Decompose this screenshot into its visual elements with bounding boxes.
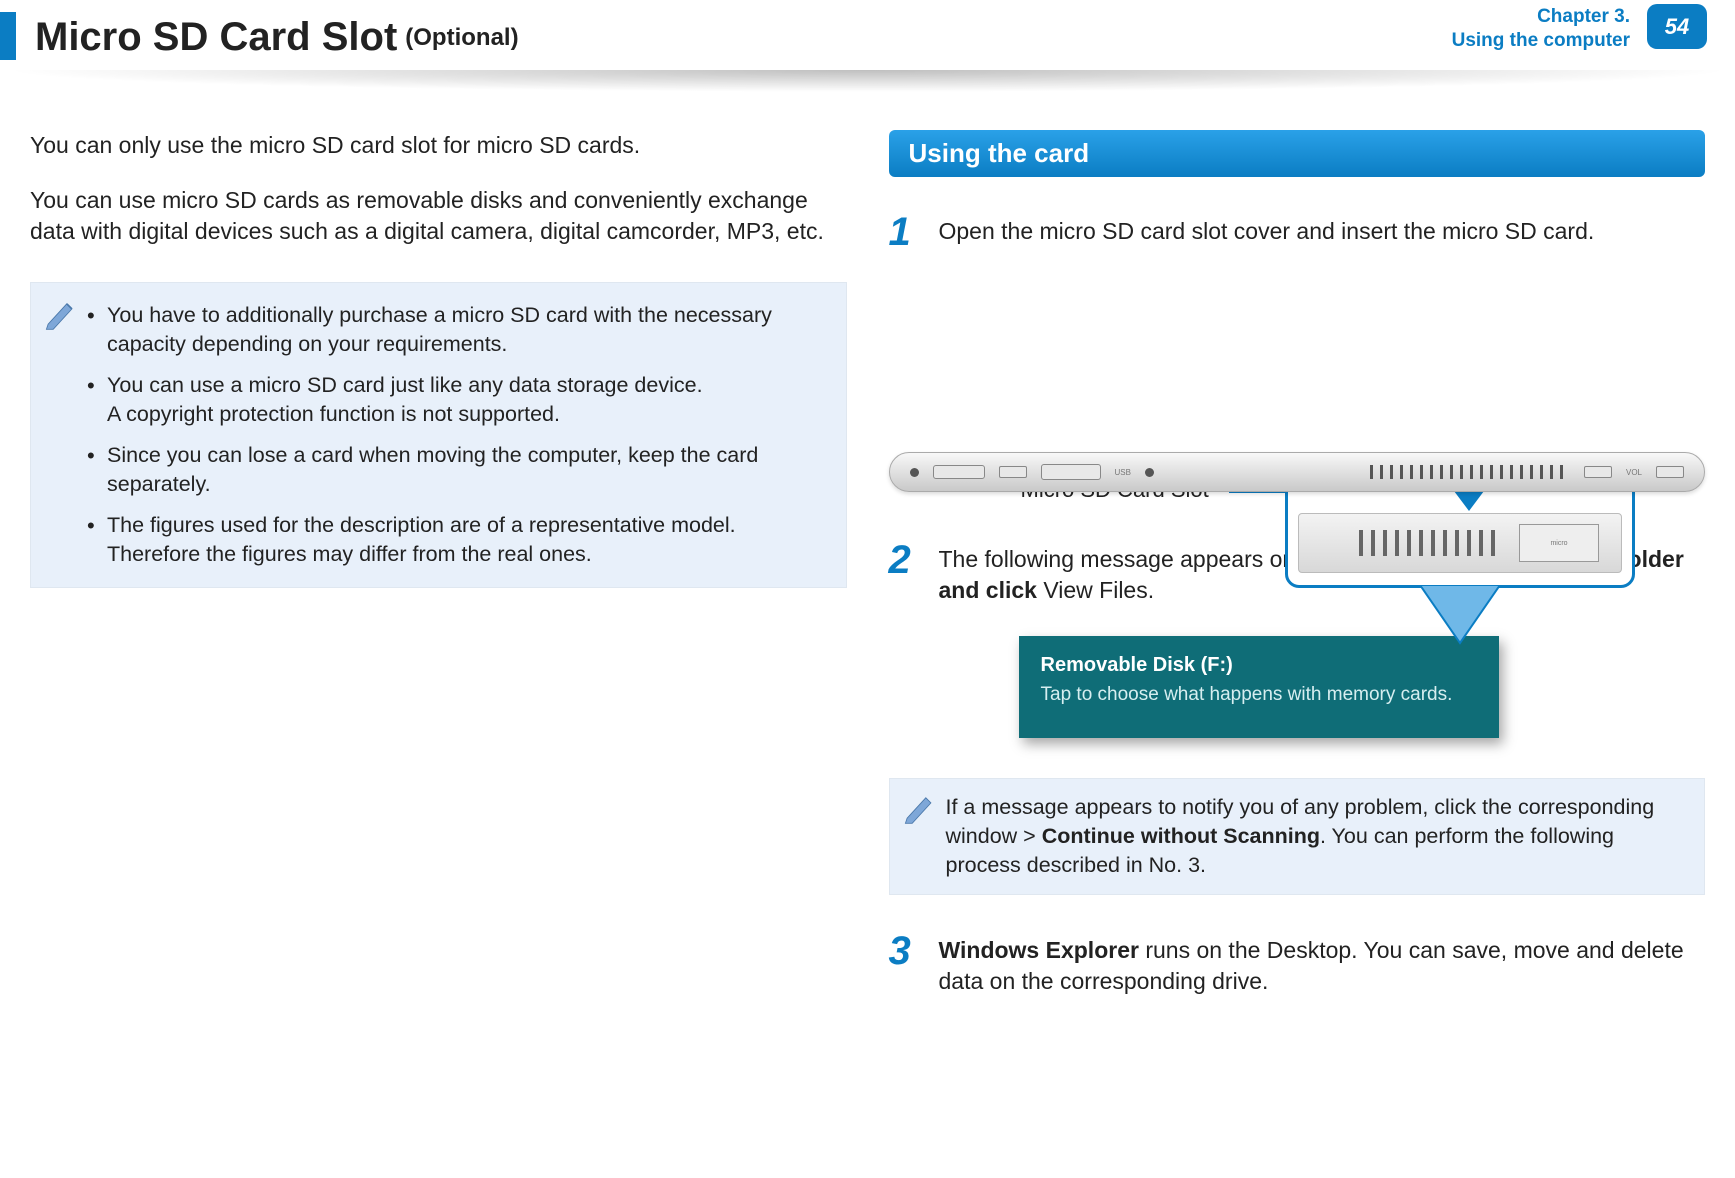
page-header: Micro SD Card Slot (Optional) Chapter 3.… [0, 0, 1735, 75]
note-item: Since you can lose a card when moving th… [87, 441, 826, 499]
port-icon [933, 465, 985, 479]
device-closeup: micro [1298, 513, 1622, 573]
step-number: 1 [889, 212, 923, 252]
sd-slot-side-icon [1584, 466, 1612, 478]
removable-disk-toast[interactable]: Removable Disk (F:) Tap to choose what h… [1019, 636, 1499, 738]
step-number: 2 [889, 540, 923, 606]
device-side-view: USB VOL [889, 452, 1706, 492]
figure-sd-slot: Micro SD Card Slot micro [889, 452, 1706, 492]
usb-port-label: USB [1115, 468, 1131, 477]
header-accent-bar [0, 12, 16, 60]
vol-label: VOL [1626, 468, 1642, 477]
step-3: 3 Windows Explorer runs on the Desktop. … [889, 931, 1706, 997]
toast-title: Removable Disk (F:) [1041, 654, 1477, 677]
page-title: Micro SD Card Slot [35, 15, 397, 60]
audio-jack-icon [910, 468, 919, 477]
page-subtitle: (Optional) [405, 24, 518, 52]
content-area: You can only use the micro SD card slot … [0, 75, 1735, 1027]
page-number-badge: 54 [1647, 4, 1707, 49]
note-box-2: If a message appears to notify you of an… [889, 778, 1706, 895]
note-icon [902, 791, 936, 825]
section-heading: Using the card [889, 130, 1706, 177]
note-item: You can use a micro SD card just like an… [87, 371, 826, 429]
toast-subtitle: Tap to choose what happens with memory c… [1041, 683, 1477, 708]
text-suffix: View Files. [1037, 577, 1154, 603]
note-box: You have to additionally purchase a micr… [30, 282, 847, 588]
step-text: Open the micro SD card slot cover and in… [939, 212, 1706, 252]
port-dot-icon [1145, 468, 1154, 477]
left-column: You can only use the micro SD card slot … [30, 130, 847, 1027]
note-text: If a message appears to notify you of an… [946, 793, 1685, 880]
port-icon [999, 466, 1027, 478]
header-shadow [0, 70, 1735, 92]
intro-paragraph-1: You can only use the micro SD card slot … [30, 130, 847, 161]
note-item: You have to additionally purchase a micr… [87, 301, 826, 359]
step-text: Windows Explorer runs on the Desktop. Yo… [939, 931, 1706, 997]
text-bold: Continue without Scanning [1042, 824, 1320, 848]
speaker-vents-icon [1370, 465, 1570, 479]
note-icon [43, 297, 77, 331]
note-list: You have to additionally purchase a micr… [87, 301, 826, 569]
vent-slots [1359, 530, 1499, 556]
intro-paragraph-2: You can use micro SD cards as removable … [30, 185, 847, 247]
step-1: 1 Open the micro SD card slot cover and … [889, 212, 1706, 252]
chapter-info: Chapter 3. Using the computer [1452, 5, 1630, 53]
text-bold: Windows Explorer [939, 937, 1139, 963]
chapter-number: Chapter 3. [1452, 5, 1630, 29]
port-icon [1656, 466, 1684, 478]
port-icon [1041, 464, 1101, 480]
right-column: Using the card 1 Open the micro SD card … [889, 130, 1706, 1027]
chapter-title: Using the computer [1452, 29, 1630, 53]
sd-micro-label: micro [1550, 540, 1567, 547]
callout-pointer-icon [1420, 585, 1500, 645]
step-number: 3 [889, 931, 923, 997]
note-item: The figures used for the description are… [87, 511, 826, 569]
sd-slot-graphic: micro [1519, 524, 1599, 562]
